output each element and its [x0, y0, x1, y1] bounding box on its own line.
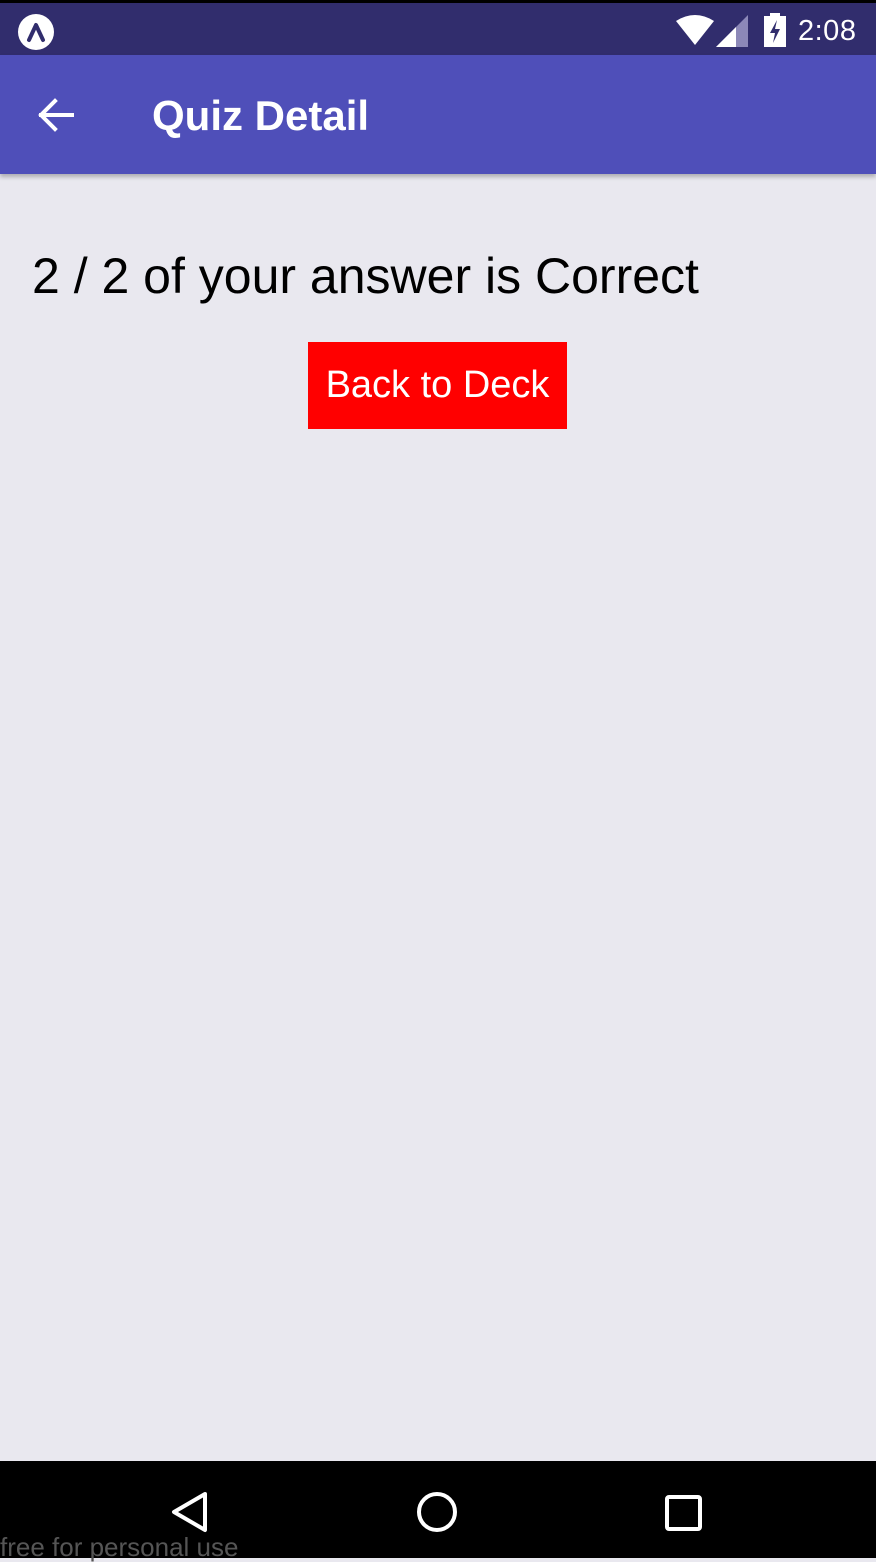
status-time: 2:08 [798, 15, 857, 47]
status-bar: 2:08 [0, 0, 876, 55]
score-text: 2 / 2 of your answer is Correct [32, 248, 699, 304]
expo-icon [18, 14, 54, 50]
app-bar: Quiz Detail [0, 55, 876, 174]
nav-recents-icon[interactable] [664, 1494, 704, 1532]
quiz-result-content: 2 / 2 of your answer is Correct Back to … [0, 174, 876, 1461]
nav-home-icon[interactable] [415, 1490, 459, 1534]
arrow-left-icon [38, 98, 74, 132]
nav-back-icon[interactable] [170, 1491, 210, 1533]
back-button[interactable] [26, 85, 86, 145]
page-title: Quiz Detail [152, 92, 370, 139]
signal-icon [716, 15, 748, 47]
battery-charging-icon [764, 13, 786, 47]
wifi-icon [676, 15, 714, 45]
back-to-deck-button[interactable]: Back to Deck [308, 342, 567, 429]
